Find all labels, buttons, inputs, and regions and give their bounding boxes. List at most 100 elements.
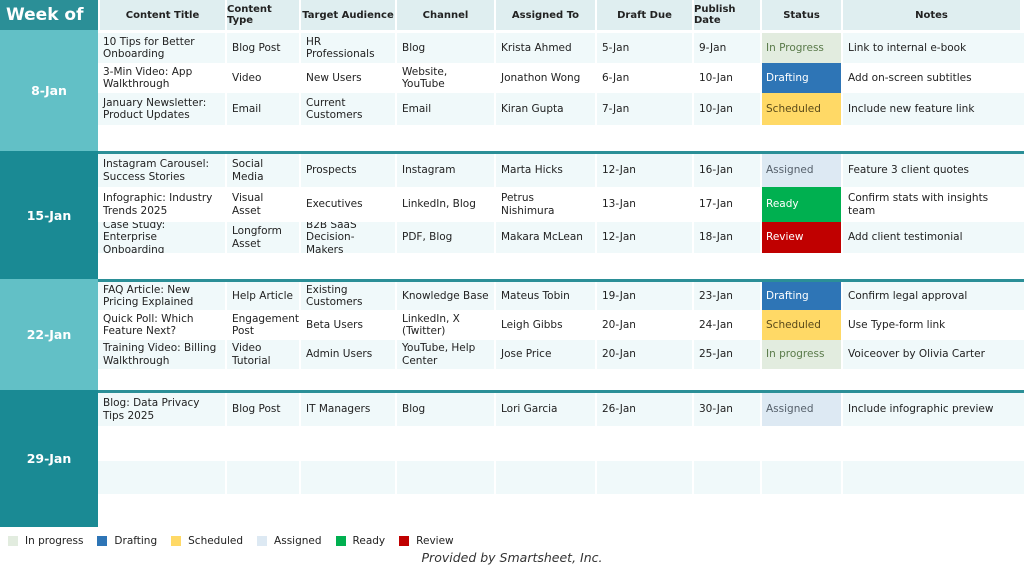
cell-publish-date[interactable]: 9-Jan — [692, 33, 760, 63]
table-row[interactable]: January Newsletter: Product Updates Email… — [98, 93, 1024, 125]
cell-target-audience[interactable]: IT Managers — [299, 393, 395, 426]
status-badge[interactable]: Assigned — [760, 154, 841, 187]
cell-publish-date[interactable]: 17-Jan — [692, 187, 760, 222]
cell-content-title[interactable]: Case Study: Enterprise Onboarding — [98, 222, 225, 253]
cell-notes[interactable]: Feature 3 client quotes — [841, 154, 1020, 187]
status-badge[interactable]: In progress — [760, 340, 841, 369]
cell-target-audience[interactable]: B2B SaaS Decision-Makers — [299, 222, 395, 253]
header-target-audience[interactable]: Target Audience — [299, 0, 395, 30]
cell-draft-due[interactable]: 5-Jan — [595, 33, 692, 63]
cell-publish-date[interactable]: 24-Jan — [692, 310, 760, 340]
cell-content-type[interactable]: Help Article — [225, 282, 299, 310]
cell-assigned-to[interactable]: Mateus Tobin — [494, 282, 595, 310]
cell-notes[interactable]: Link to internal e-book — [841, 33, 1020, 63]
cell-assigned-to[interactable]: Leigh Gibbs — [494, 310, 595, 340]
cell-target-audience[interactable]: Executives — [299, 187, 395, 222]
cell-publish-date[interactable] — [692, 426, 760, 461]
cell-notes[interactable] — [841, 494, 1020, 530]
table-row[interactable] — [98, 426, 1024, 461]
cell-channel[interactable]: Website, YouTube — [395, 63, 494, 93]
cell-assigned-to[interactable] — [494, 426, 595, 461]
cell-content-title[interactable]: Instagram Carousel: Success Stories — [98, 154, 225, 187]
cell-channel[interactable]: Blog — [395, 393, 494, 426]
cell-notes[interactable]: Use Type-form link — [841, 310, 1020, 340]
header-status[interactable]: Status — [760, 0, 841, 30]
cell-target-audience[interactable] — [299, 253, 395, 282]
cell-draft-due[interactable] — [595, 125, 692, 154]
cell-target-audience[interactable]: Admin Users — [299, 340, 395, 369]
table-row[interactable]: 3-Min Video: App Walkthrough Video New Use… — [98, 63, 1024, 93]
cell-draft-due[interactable]: 12-Jan — [595, 222, 692, 253]
cell-notes[interactable] — [841, 125, 1020, 154]
cell-assigned-to[interactable]: Petrus Nishimura — [494, 187, 595, 222]
header-channel[interactable]: Channel — [395, 0, 494, 30]
header-content-title[interactable]: Content Title — [98, 0, 225, 30]
cell-content-title[interactable] — [98, 253, 225, 282]
cell-publish-date[interactable]: 30-Jan — [692, 393, 760, 426]
cell-assigned-to[interactable]: Marta Hicks — [494, 154, 595, 187]
cell-notes[interactable] — [841, 426, 1020, 461]
cell-content-type[interactable] — [225, 426, 299, 461]
cell-channel[interactable] — [395, 125, 494, 154]
cell-content-type[interactable] — [225, 461, 299, 494]
cell-notes[interactable]: Add client testimonial — [841, 222, 1020, 253]
cell-channel[interactable]: Knowledge Base — [395, 282, 494, 310]
cell-content-type[interactable]: Social Media — [225, 154, 299, 187]
cell-content-title[interactable]: Training Video: Billing Walkthrough — [98, 340, 225, 369]
cell-content-type[interactable] — [225, 125, 299, 154]
table-row[interactable] — [98, 461, 1024, 494]
cell-notes[interactable] — [841, 461, 1020, 494]
cell-channel[interactable]: Instagram — [395, 154, 494, 187]
cell-notes[interactable]: Add on-screen subtitles — [841, 63, 1020, 93]
cell-content-type[interactable]: Video — [225, 63, 299, 93]
cell-status[interactable] — [760, 253, 841, 282]
cell-content-title[interactable]: Quick Poll: Which Feature Next? — [98, 310, 225, 340]
cell-notes[interactable]: Confirm stats with insights team — [841, 187, 1020, 222]
cell-publish-date[interactable]: 18-Jan — [692, 222, 760, 253]
cell-channel[interactable] — [395, 426, 494, 461]
cell-content-type[interactable]: Email — [225, 93, 299, 125]
cell-content-type[interactable]: Blog Post — [225, 393, 299, 426]
cell-target-audience[interactable] — [299, 426, 395, 461]
cell-draft-due[interactable] — [595, 461, 692, 494]
cell-content-type[interactable] — [225, 494, 299, 530]
status-badge[interactable]: Assigned — [760, 393, 841, 426]
status-badge[interactable]: In Progress — [760, 33, 841, 63]
cell-status[interactable] — [760, 461, 841, 494]
cell-channel[interactable]: Blog — [395, 33, 494, 63]
cell-target-audience[interactable]: New Users — [299, 63, 395, 93]
cell-content-type[interactable]: Engagement Post — [225, 310, 299, 340]
cell-target-audience[interactable]: Beta Users — [299, 310, 395, 340]
table-row[interactable] — [98, 494, 1024, 530]
cell-draft-due[interactable]: 20-Jan — [595, 340, 692, 369]
cell-publish-date[interactable]: 10-Jan — [692, 93, 760, 125]
cell-content-title[interactable]: Blog: Data Privacy Tips 2025 — [98, 393, 225, 426]
cell-content-type[interactable]: Blog Post — [225, 33, 299, 63]
cell-content-type[interactable]: Visual Asset — [225, 187, 299, 222]
cell-status[interactable] — [760, 125, 841, 154]
cell-assigned-to[interactable] — [494, 461, 595, 494]
cell-draft-due[interactable] — [595, 494, 692, 530]
cell-status[interactable] — [760, 426, 841, 461]
cell-assigned-to[interactable]: Krista Ahmed — [494, 33, 595, 63]
cell-content-title[interactable] — [98, 461, 225, 494]
table-row[interactable]: FAQ Article: New Pricing Explained Help A… — [98, 282, 1024, 310]
cell-target-audience[interactable] — [299, 494, 395, 530]
header-publish-date[interactable]: Publish Date — [692, 0, 760, 30]
cell-target-audience[interactable]: HR Professionals — [299, 33, 395, 63]
cell-target-audience[interactable]: Existing Customers — [299, 282, 395, 310]
cell-assigned-to[interactable]: Makara McLean — [494, 222, 595, 253]
cell-publish-date[interactable] — [692, 461, 760, 494]
cell-draft-due[interactable]: 7-Jan — [595, 93, 692, 125]
table-row[interactable]: Quick Poll: Which Feature Next? Engagemen… — [98, 310, 1024, 340]
cell-draft-due[interactable]: 19-Jan — [595, 282, 692, 310]
cell-assigned-to[interactable]: Jonathon Wong — [494, 63, 595, 93]
cell-publish-date[interactable] — [692, 494, 760, 530]
cell-channel[interactable]: PDF, Blog — [395, 222, 494, 253]
cell-content-title[interactable]: January Newsletter: Product Updates — [98, 93, 225, 125]
cell-content-title[interactable]: 3-Min Video: App Walkthrough — [98, 63, 225, 93]
cell-draft-due[interactable]: 20-Jan — [595, 310, 692, 340]
cell-draft-due[interactable] — [595, 253, 692, 282]
cell-publish-date[interactable] — [692, 125, 760, 154]
cell-notes[interactable]: Confirm legal approval — [841, 282, 1020, 310]
